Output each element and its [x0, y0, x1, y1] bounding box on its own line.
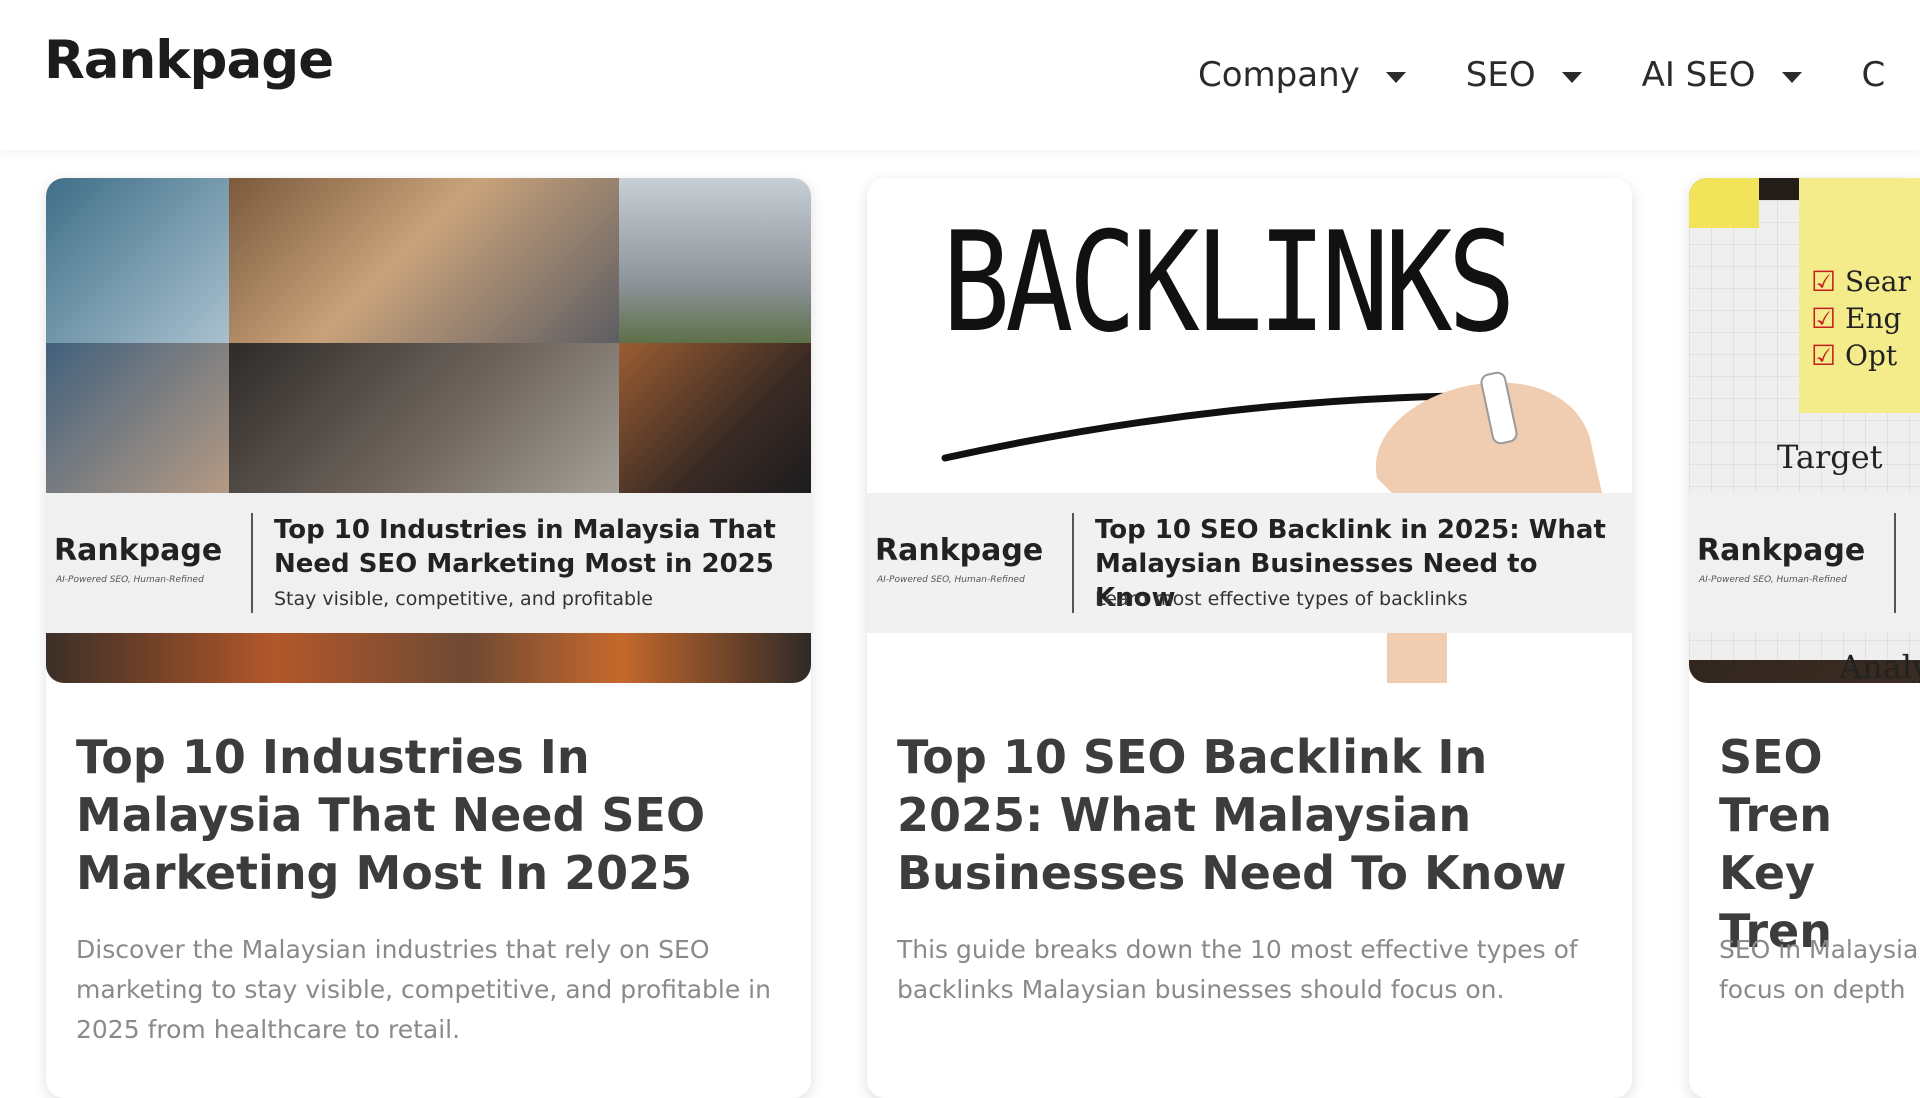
checkmark-icon: ☑ — [1811, 339, 1837, 372]
nav-item-cut-off[interactable]: C — [1862, 55, 1886, 95]
banner-divider — [251, 513, 253, 613]
chevron-down-icon — [1385, 71, 1406, 83]
nav-company[interactable]: Company — [1198, 55, 1406, 95]
hands-writing-photo — [46, 343, 229, 493]
nav-ai-seo[interactable]: AI SEO — [1642, 55, 1802, 95]
banner-subtitle: Learn most effective types of backlinks — [1095, 588, 1468, 610]
laptop-packages-photo — [229, 178, 619, 343]
card-banner: Rankpage AI-Powered SEO, Human-Refined T… — [867, 493, 1632, 633]
card-title[interactable]: Top 10 SEO Backlink In 2025: What Malays… — [897, 728, 1612, 902]
banner-divider — [1072, 513, 1074, 613]
banner-brand: Rankpage — [54, 533, 223, 568]
card-thumbnail[interactable]: BACKLINKS Rankpage AI-Powered SEO, Human… — [867, 178, 1632, 683]
card-thumbnail[interactable]: Rankpage AI-Powered SEO, Human-Refined T… — [46, 178, 811, 683]
blog-card-seo-trends[interactable]: ☑ Sear ☑ Eng ☑ Opt Target Analy Rankpage… — [1689, 178, 1920, 1098]
checkmark-icon: ☑ — [1811, 302, 1837, 335]
nav-seo[interactable]: SEO — [1466, 55, 1582, 95]
notebook-target-text: Target — [1777, 438, 1883, 476]
banner-divider — [1894, 513, 1896, 613]
card-title[interactable]: Top 10 Industries In Malaysia That Need … — [76, 728, 791, 902]
chevron-down-icon — [1561, 71, 1582, 83]
checklist-item: ☑ Opt — [1811, 337, 1920, 374]
checklist-item: ☑ Eng — [1811, 300, 1920, 337]
yellow-tab — [1689, 178, 1759, 228]
nav-company-label: Company — [1198, 55, 1360, 95]
chevron-down-icon — [1781, 71, 1802, 83]
card-title[interactable]: SEO Tren Key Tren — [1719, 728, 1909, 960]
checklist-item-label: Opt — [1845, 339, 1898, 372]
notebook-analysis-text: Analy — [1839, 648, 1920, 683]
banner-title: Top 10 Industries in Malaysia That Need … — [274, 515, 776, 579]
banner-subtitle: Stay visible, competitive, and profitabl… — [274, 588, 653, 610]
blog-card-industries[interactable]: Rankpage AI-Powered SEO, Human-Refined T… — [46, 178, 811, 1098]
checkmark-icon: ☑ — [1811, 265, 1837, 298]
card-thumbnail[interactable]: ☑ Sear ☑ Eng ☑ Opt Target Analy Rankpage… — [1689, 178, 1920, 683]
card-description: This guide breaks down the 10 most effec… — [897, 935, 1578, 1004]
nav-seo-label: SEO — [1465, 55, 1536, 95]
banner-tagline: AI-Powered SEO, Human-Refined — [877, 575, 1025, 585]
sticky-checklist: ☑ Sear ☑ Eng ☑ Opt — [1811, 263, 1920, 374]
banner-tagline: AI-Powered SEO, Human-Refined — [1699, 575, 1847, 585]
main-nav: Company SEO AI SEO C — [1198, 0, 1920, 150]
food-strip-photo — [46, 633, 811, 683]
checklist-item-label: Sear — [1845, 265, 1911, 298]
office-interior-photo — [229, 343, 619, 493]
nav-ai-seo-label: AI SEO — [1641, 55, 1756, 95]
card-banner: Rankpage AI-Powered SEO, Human-Refined T… — [46, 493, 811, 633]
card-description: Discover the Malaysian industries that r… — [76, 935, 771, 1044]
checklist-item-label: Eng — [1845, 302, 1902, 335]
card-description: SEO in Malaysia focus on depth — [1719, 935, 1919, 1004]
businesswoman-phone-photo — [619, 343, 811, 493]
buildings-photo — [619, 178, 811, 343]
site-header: Rankpage Company SEO AI SEO C — [0, 0, 1920, 150]
card-banner: Rankpage AI-Powered SEO, Human-Refined — [1689, 493, 1920, 633]
blog-card-backlinks[interactable]: BACKLINKS Rankpage AI-Powered SEO, Human… — [867, 178, 1632, 1098]
banner-tagline: AI-Powered SEO, Human-Refined — [56, 575, 204, 585]
site-logo[interactable]: Rankpage — [44, 30, 334, 91]
banner-brand: Rankpage — [1697, 533, 1866, 568]
nav-item-cut-off-label: C — [1861, 55, 1886, 95]
doctor-tablet-photo — [46, 178, 229, 343]
checklist-item: ☑ Sear — [1811, 263, 1920, 300]
banner-brand: Rankpage — [875, 533, 1044, 568]
